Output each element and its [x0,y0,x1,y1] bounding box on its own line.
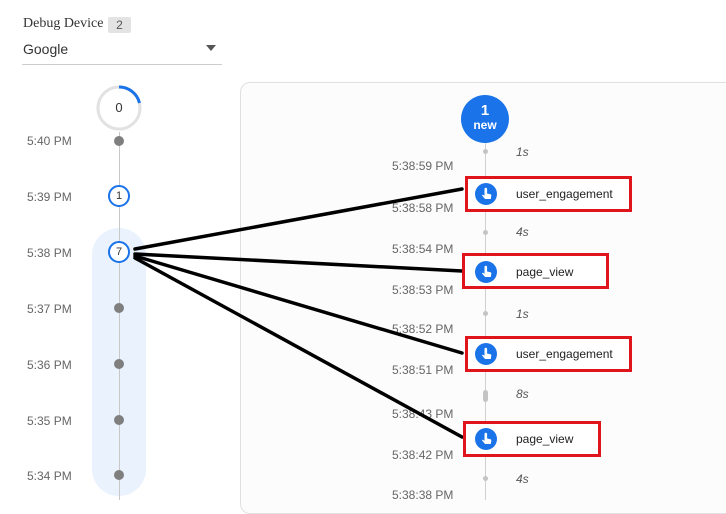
touch-hand-icon [475,261,497,283]
event-user-engagement[interactable]: user_engagement [465,336,632,372]
event-name: page_view [516,265,574,279]
touch-hand-icon [475,343,497,365]
event-name: user_engagement [516,347,613,361]
event-name: page_view [516,432,574,446]
touch-hand-icon [475,183,497,205]
event-name: user_engagement [516,187,613,201]
annotation-lines [133,187,464,439]
event-page-view[interactable]: page_view [463,421,601,457]
event-user-engagement[interactable]: user_engagement [465,176,632,212]
event-page-view[interactable]: page_view [462,253,609,289]
touch-hand-icon [475,428,497,450]
